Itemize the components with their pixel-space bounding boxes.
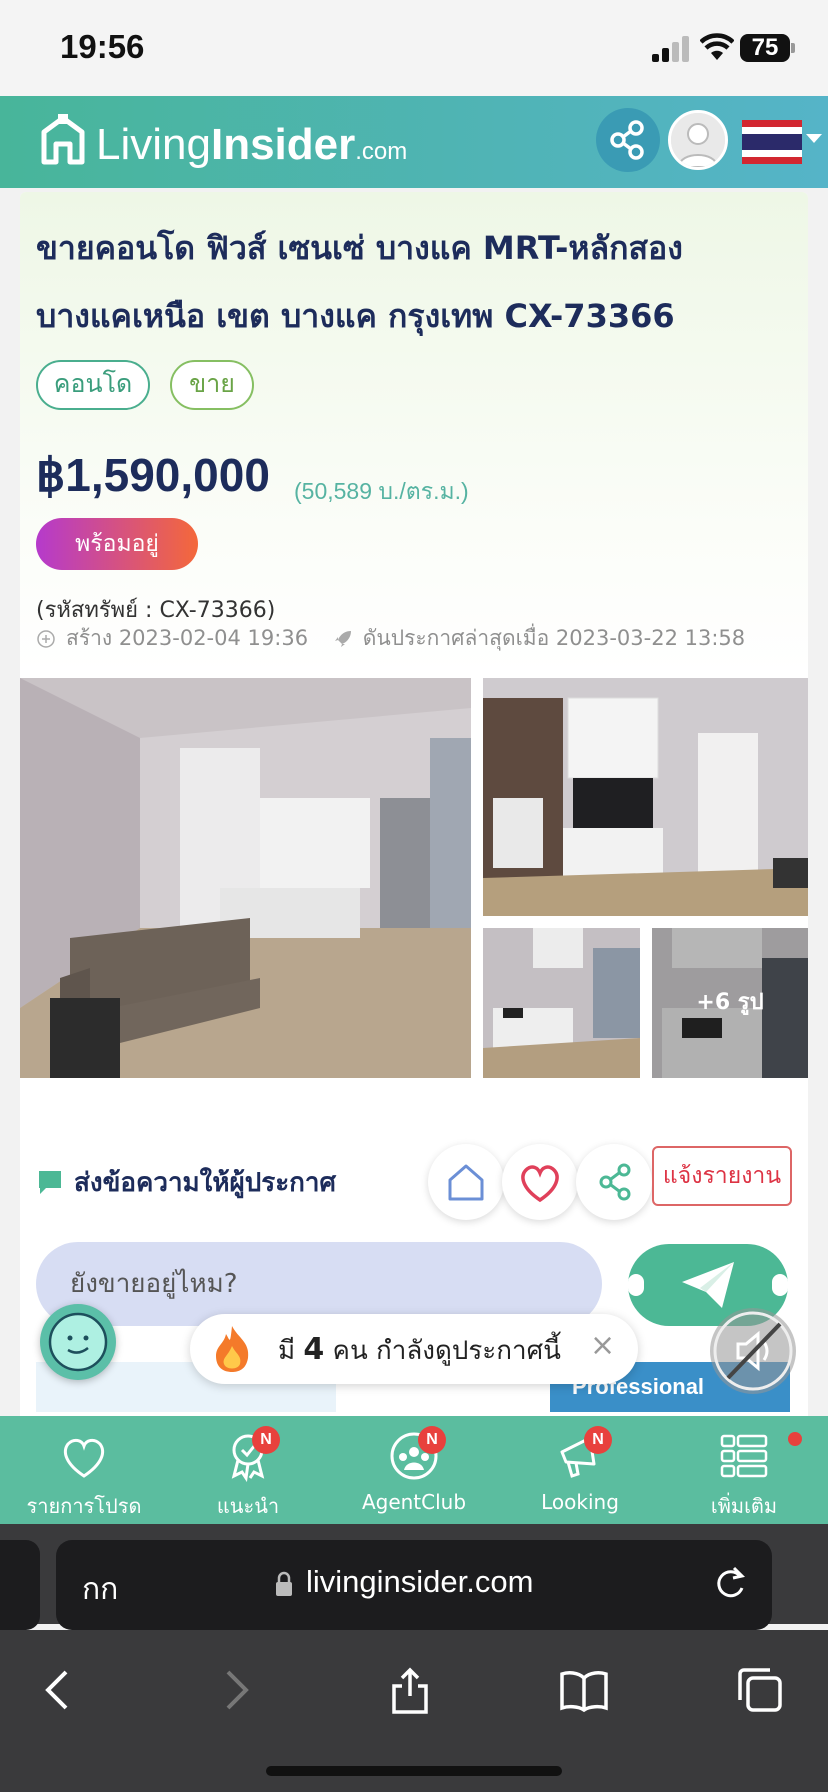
rocket-icon [334,631,351,647]
listing-title: ขายคอนโด ฟิวส์ เซนเซ่ บางแค MRT-หลักสอง … [36,229,683,335]
browser-address-bar[interactable]: กก livinginsider.com [56,1540,772,1630]
forward-chevron-icon[interactable] [212,1666,260,1714]
thailand-flag-icon[interactable] [742,120,802,164]
reload-icon[interactable] [710,1564,750,1604]
living-room-photo [20,678,471,1078]
bottom-tab-bar: รายการโปรด N แนะนำ N AgentClub N Looking… [0,1416,828,1524]
bookmarks-book-icon[interactable] [560,1666,608,1714]
bedroom-tv-photo [483,678,808,916]
tag-condo[interactable]: คอนโด [36,360,150,410]
fire-icon [216,1326,249,1372]
url-text: livinginsider.com [306,1564,534,1599]
battery-nub [791,43,795,53]
tag-sale[interactable]: ขาย [170,360,254,410]
tab-label-favorites: รายการโปรด [26,1494,142,1518]
tab-label-recommended: แนะนำ [216,1494,280,1518]
ready-status-badge: พร้อมอยู่ [36,518,198,570]
favorite-button[interactable] [502,1144,578,1220]
logo-suffix: .com [355,138,408,165]
share-sheet-icon[interactable] [386,1666,434,1714]
listing-photo-3[interactable] [483,928,640,1078]
sound-muted-icon [713,1311,793,1391]
created-plus-icon [37,630,55,648]
sound-toggle-button[interactable] [710,1308,796,1394]
tab-label-agentclub: AgentClub [361,1490,467,1514]
kitchen-view-photo [483,928,640,1078]
chat-assistant-button[interactable] [40,1304,116,1380]
status-time: 19:56 [60,28,145,65]
user-avatar-button[interactable] [668,110,728,170]
site-header: LivingInsider.com [0,96,828,188]
share-listing-button[interactable] [576,1144,652,1220]
viewers-text: มี 4 คน กำลังดูประกาศนี้ [278,1330,561,1371]
header-share-button[interactable] [596,108,660,172]
price-per-sqm: (50,589 บ./ตร.ม.) [294,478,469,504]
viewers-count: 4 [303,1332,325,1367]
tab-agentclub[interactable]: N AgentClub [344,1416,484,1524]
viewers-notification: มี 4 คน กำลังดูประกาศนี้ × [190,1314,638,1384]
created-date: สร้าง 2023-02-04 19:36 [66,626,309,650]
tab-badge-agentclub: N [418,1426,446,1454]
listing-meta: สร้าง 2023-02-04 19:36 ดันประกาศล่าสุดเม… [36,622,745,655]
living-insider-logo-icon[interactable] [40,112,86,168]
tab-badge-recommended: N [252,1426,280,1454]
listing-price: ฿1,590,000 [36,449,270,501]
tab-looking[interactable]: N Looking [510,1416,650,1524]
cellular-signal-icon [652,36,689,62]
home-icon [448,1164,484,1201]
more-photos-overlay[interactable]: +6 รูป [652,928,808,1078]
viewers-prefix: มี [278,1336,296,1366]
main-listing-photo[interactable] [20,678,471,1078]
previous-tab-stub[interactable] [0,1540,40,1630]
heart-icon [521,1165,559,1203]
heart-icon [63,1438,105,1478]
paper-plane-icon [682,1262,734,1308]
send-button-left-knob [628,1274,644,1296]
more-notification-dot [788,1432,802,1446]
bumped-date: ดันประกาศล่าสุดเมื่อ 2023-03-22 13:58 [362,626,746,650]
viewers-suffix: คน กำลังดูประกาศนี้ [332,1336,561,1366]
site-logo-text[interactable]: LivingInsider.com [96,120,407,170]
tab-label-looking: Looking [541,1490,619,1514]
report-button[interactable]: แจ้งรายงาน [652,1146,792,1206]
tabs-overview-icon[interactable] [736,1666,784,1714]
battery-indicator: 75 [740,34,790,62]
reader-text-size-button[interactable]: กก [82,1566,118,1613]
smiley-face-icon [48,1312,108,1372]
tab-badge-looking: N [584,1426,612,1454]
back-chevron-icon[interactable] [34,1666,82,1714]
user-avatar-icon [671,113,725,167]
logo-word-insider: Insider [210,120,356,169]
tab-label-more: เพิ่มเติม [710,1494,778,1518]
lock-icon [276,1571,292,1596]
language-dropdown-caret-icon[interactable] [806,134,822,143]
chat-bubble-icon [39,1171,61,1194]
send-message-title: ส่งข้อความให้ผู้ประกาศ [74,1168,337,1198]
send-button-right-knob [772,1274,788,1296]
share-icon [610,120,644,160]
menu-list-icon [720,1434,768,1478]
home-button[interactable] [428,1144,504,1220]
logo-word-living: Living [96,120,211,169]
listing-photo-2[interactable] [483,678,808,916]
close-icon[interactable]: × [590,1328,615,1363]
tab-favorites[interactable]: รายการโปรด [14,1416,154,1524]
tab-more[interactable]: เพิ่มเติม [674,1416,814,1524]
wifi-icon [700,33,734,60]
home-indicator [266,1766,562,1776]
share-icon [599,1163,631,1201]
tab-recommended[interactable]: N แนะนำ [178,1416,318,1524]
